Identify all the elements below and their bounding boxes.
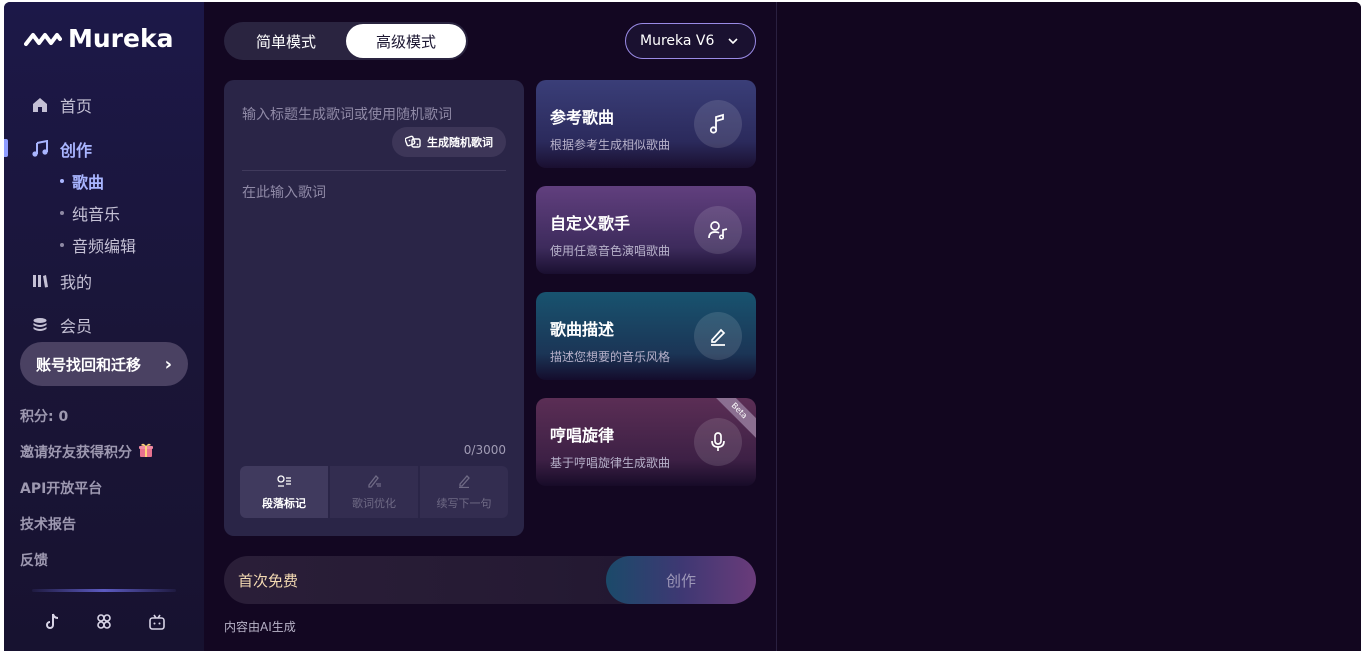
mode-toggle: 简单模式 高级模式 <box>224 22 468 60</box>
pencil-icon <box>456 474 472 491</box>
divider <box>242 170 506 171</box>
section-mark-icon <box>276 474 292 491</box>
mureka-logo-icon <box>24 32 62 46</box>
sidebar-item-label: 首页 <box>60 97 93 116</box>
simple-mode-tab[interactable]: 简单模式 <box>226 24 346 58</box>
sidebar-subitem-label: 纯音乐 <box>72 205 121 224</box>
chevron-down-icon <box>727 33 739 49</box>
bullet-dot <box>60 211 64 215</box>
sidebar-subitem-audio-edit[interactable]: 音频编辑 <box>60 233 136 257</box>
feedback-label: 反馈 <box>20 553 48 569</box>
dice-icon <box>404 133 421 152</box>
create-panel: 简单模式 高级模式 Mureka V6 输入标题生成歌词或使用随机歌词 生成随机… <box>204 2 776 651</box>
api-platform-link[interactable]: API开放平台 <box>20 478 102 498</box>
chevron-right-icon: › <box>164 353 172 375</box>
char-count: 0/3000 <box>463 443 506 457</box>
pencil-icon <box>694 312 742 360</box>
results-area <box>776 2 1361 651</box>
brand-name: Mureka <box>68 24 174 53</box>
invite-label: 邀请好友获得积分 <box>20 445 132 461</box>
random-lyrics-button[interactable]: 生成随机歌词 <box>392 127 506 157</box>
account-recovery-button[interactable]: 账号找回和迁移 › <box>20 342 188 386</box>
random-lyrics-label: 生成随机歌词 <box>427 136 493 149</box>
tech-report-link[interactable]: 技术报告 <box>20 514 76 534</box>
sidebar-item-label: 我的 <box>60 273 93 292</box>
gift-icon <box>138 442 154 462</box>
community-icon[interactable] <box>94 612 114 632</box>
ai-generated-note: 内容由AI生成 <box>224 620 296 634</box>
sidebar-scroll-indicator <box>32 589 176 592</box>
singer-icon <box>694 206 742 254</box>
coins-icon <box>30 315 50 335</box>
tool-label: 歌词优化 <box>352 496 396 510</box>
library-icon <box>30 271 50 291</box>
sidebar: Mureka 首页 创作 歌曲 纯音乐 音频编辑 我的 会员 账号找回和迁移 ›… <box>4 2 204 651</box>
sidebar-item-member[interactable]: 会员 <box>30 313 92 337</box>
invite-link[interactable]: 邀请好友获得积分 <box>20 442 154 462</box>
points-label: 积分: 0 <box>20 409 69 425</box>
sidebar-item-create[interactable]: 创作 <box>30 137 92 161</box>
bullet-dot <box>60 179 64 183</box>
song-description-card[interactable]: 歌曲描述 描述您想要的音乐风格 <box>536 292 756 380</box>
bilibili-icon[interactable] <box>147 612 167 632</box>
lyrics-optimize-button[interactable]: 歌词优化 <box>330 466 418 518</box>
tiktok-icon[interactable] <box>42 612 62 632</box>
account-recovery-label: 账号找回和迁移 <box>36 355 142 374</box>
sidebar-subitem-instrumental[interactable]: 纯音乐 <box>60 201 120 225</box>
lyrics-textarea[interactable]: 在此输入歌词 <box>242 182 326 202</box>
tech-report-label: 技术报告 <box>20 517 76 533</box>
free-trial-text: 首次免费 <box>238 572 299 590</box>
bullet-dot <box>60 243 64 247</box>
custom-singer-card[interactable]: 自定义歌手 使用任意音色演唱歌曲 <box>536 186 756 274</box>
sidebar-subitem-label: 歌曲 <box>72 173 105 192</box>
tool-label: 段落标记 <box>262 496 306 510</box>
create-button[interactable]: 创作 <box>606 556 756 604</box>
sidebar-subitem-song[interactable]: 歌曲 <box>60 169 104 193</box>
model-select[interactable]: Mureka V6 <box>625 23 756 59</box>
logo[interactable]: Mureka <box>24 24 173 53</box>
advanced-mode-tab[interactable]: 高级模式 <box>346 24 466 58</box>
sidebar-item-label: 会员 <box>60 317 93 336</box>
reference-song-card[interactable]: 参考歌曲 根据参考生成相似歌曲 <box>536 80 756 168</box>
points-display: 积分: 0 <box>20 406 68 426</box>
sidebar-item-label: 创作 <box>60 141 93 160</box>
active-indicator <box>4 139 8 157</box>
model-select-value: Mureka V6 <box>640 33 715 49</box>
sidebar-item-mine[interactable]: 我的 <box>30 269 92 293</box>
music-note-icon <box>30 139 50 159</box>
create-bar: 首次免费 创作 <box>224 556 756 604</box>
title-input[interactable]: 输入标题生成歌词或使用随机歌词 <box>242 104 452 124</box>
app-frame: Mureka 首页 创作 歌曲 纯音乐 音频编辑 我的 会员 账号找回和迁移 ›… <box>4 2 1361 651</box>
lyrics-toolbar: 段落标记 歌词优化 续写下一句 <box>240 466 508 518</box>
lyrics-panel: 输入标题生成歌词或使用随机歌词 生成随机歌词 在此输入歌词 0/3000 段落标… <box>224 80 524 536</box>
hum-melody-card[interactable]: Beta 哼唱旋律 基于哼唱旋律生成歌曲 <box>536 398 756 486</box>
home-icon <box>30 95 50 115</box>
continue-next-line-button[interactable]: 续写下一句 <box>420 466 508 518</box>
sidebar-item-home[interactable]: 首页 <box>30 93 92 117</box>
feedback-link[interactable]: 反馈 <box>20 550 48 570</box>
sidebar-subitem-label: 音频编辑 <box>72 237 137 256</box>
tool-label: 续写下一句 <box>436 496 492 510</box>
music-note-icon <box>694 100 742 148</box>
section-mark-button[interactable]: 段落标记 <box>240 466 328 518</box>
microphone-icon <box>694 418 742 466</box>
api-label: API开放平台 <box>20 481 103 497</box>
magic-pencil-icon <box>366 474 382 491</box>
